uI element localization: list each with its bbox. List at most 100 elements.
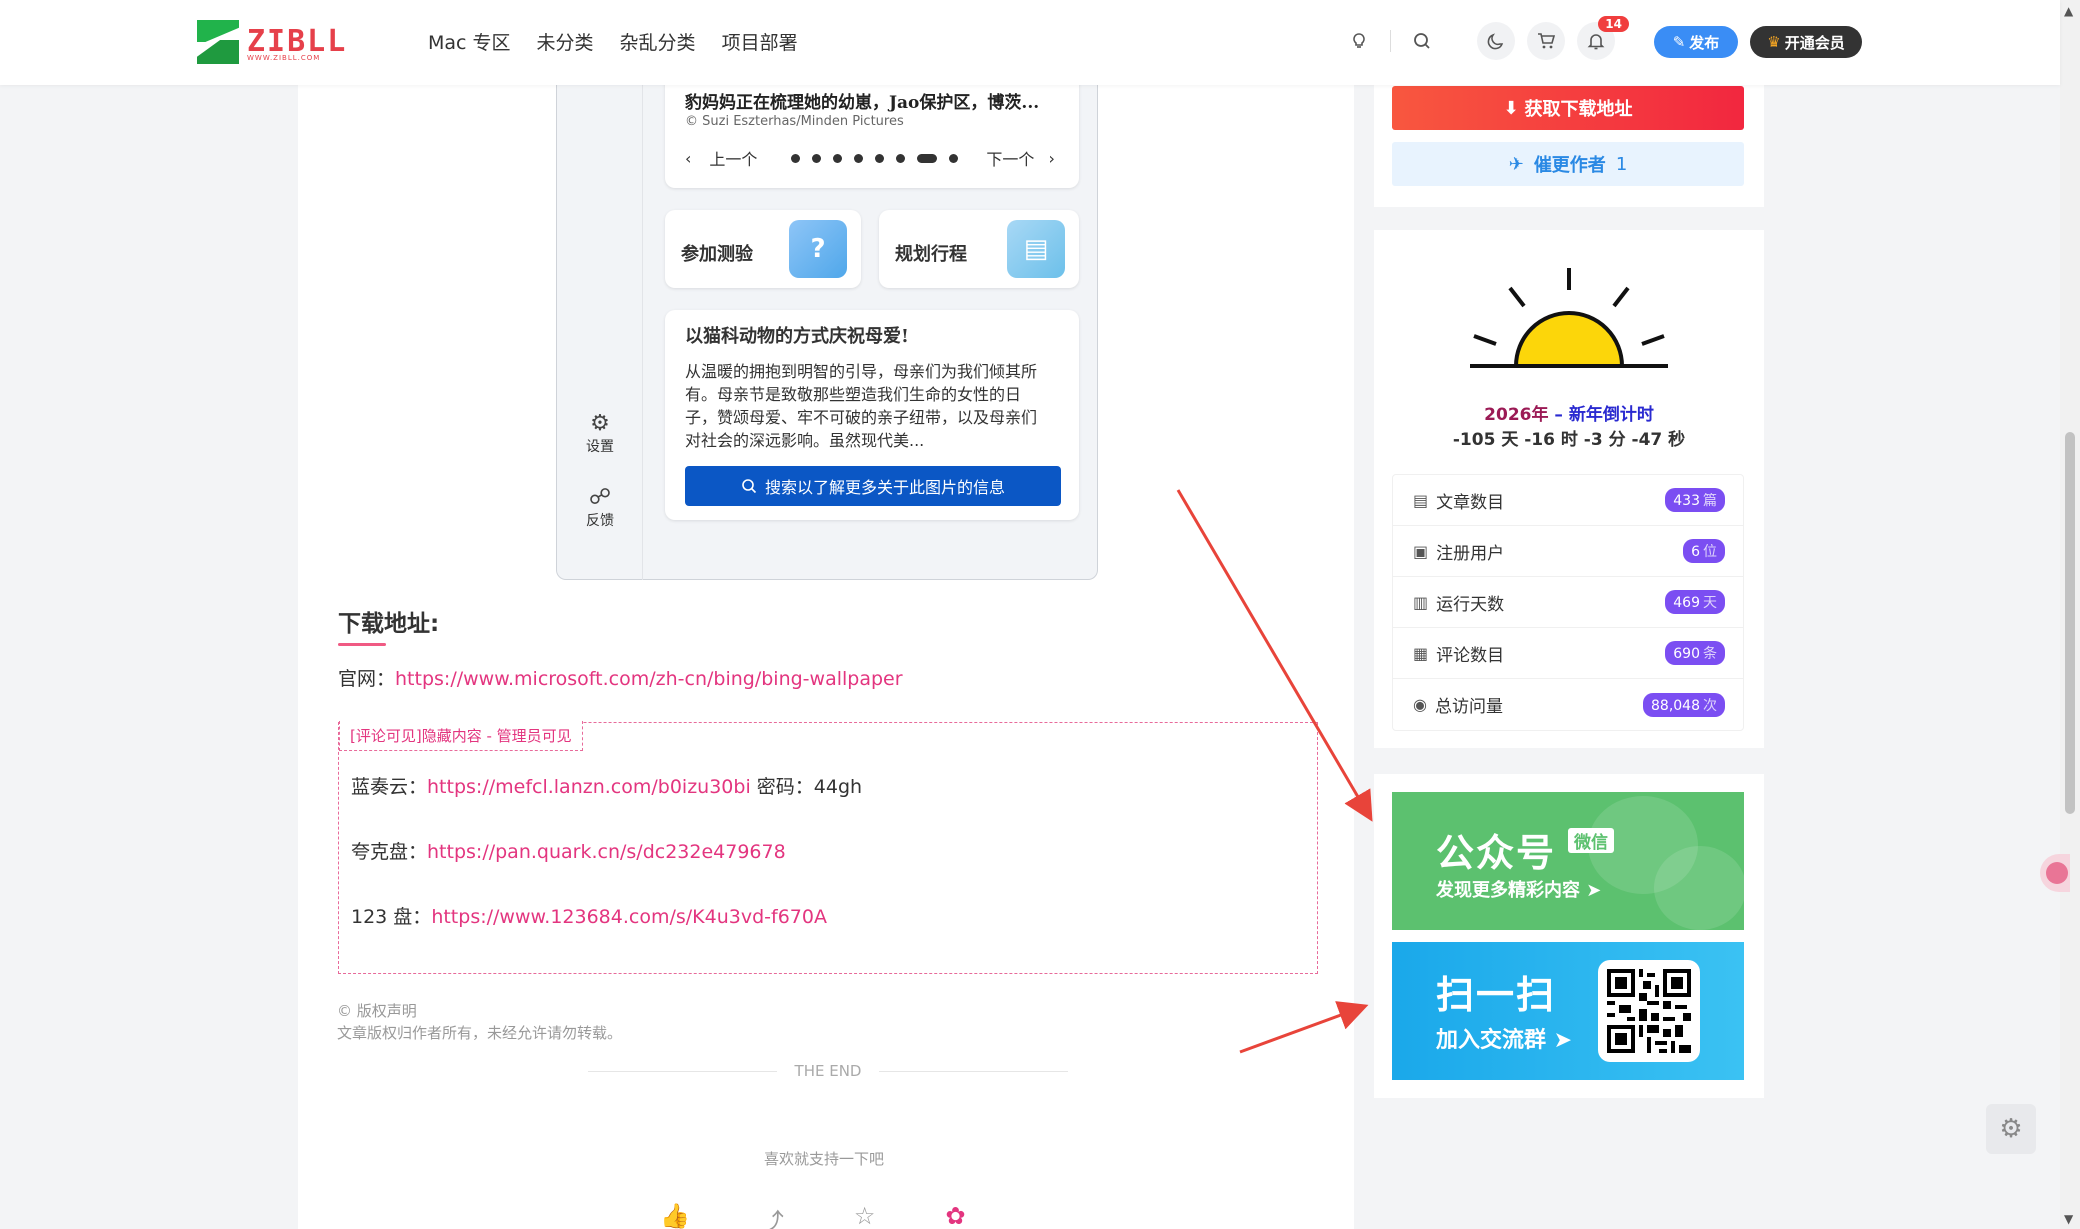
pager-dot-active <box>917 153 938 163</box>
image-pager: ‹ 上一个 下一个 › <box>685 146 1075 170</box>
reward-icon[interactable]: ✿ <box>945 1202 965 1229</box>
countdown-time: -105 天 -16 时 -3 分 -47 秒 <box>1452 430 1686 450</box>
floating-settings-button[interactable]: ⚙ <box>1986 1104 2036 1154</box>
pencil-icon: ✎ <box>1672 33 1686 51</box>
support-text: 喜欢就支持一下吧 <box>764 1150 885 1168</box>
app-article-title: 以猫科动物的方式庆祝母爱! <box>685 326 909 347</box>
urge-author-label: 催更作者 <box>1533 155 1606 176</box>
stat-articles: ▤ 文章数目 433 篇 <box>1393 475 1743 526</box>
stat-value-badge: 469 天 <box>1665 590 1725 614</box>
crown-icon: ♛ <box>1767 33 1781 51</box>
lanzou-password: 密码：44gh <box>750 776 863 798</box>
quiz-tile: 参加测验 ? <box>665 210 861 288</box>
official-site-line: 官网：https://www.microsoft.com/zh-cn/bing/… <box>338 664 903 691</box>
stat-days: ▥ 运行天数 469 天 <box>1393 577 1743 628</box>
prev-image-label: 上一个 <box>709 150 758 169</box>
wechat-official-banner[interactable]: 公众号 微信 发现更多精彩内容 ➤ <box>1392 792 1744 930</box>
join-group-banner[interactable]: 扫一扫 加入交流群 ➤ <box>1392 942 1744 1080</box>
visits-icon: ◉ <box>1413 695 1427 714</box>
notification-badge: 14 <box>1598 16 1629 32</box>
site-logo[interactable]: ZIBLL WWW.ZIBLL.COM <box>197 20 347 64</box>
cart-icon[interactable] <box>1527 22 1565 60</box>
share-icon[interactable]: ⤴ <box>760 1202 784 1229</box>
stat-value-badge: 6位 <box>1683 539 1725 563</box>
bell-icon[interactable]: 14 <box>1577 16 1629 60</box>
user-count-icon: ▣ <box>1413 541 1429 561</box>
chevron-right-icon: › <box>1048 148 1055 168</box>
stat-comments: ▦ 评论数目 690 条 <box>1393 628 1743 679</box>
pager-dot <box>854 153 864 163</box>
chevron-left-icon: ‹ <box>685 148 692 168</box>
pager-dot <box>791 153 801 163</box>
download-heading: 下载地址: <box>338 604 439 646</box>
quark-label: 夸克盘： <box>351 841 428 863</box>
caption-credit: © Suzi Eszterhas/Minden Pictures <box>685 114 904 129</box>
floating-side-button[interactable] <box>2040 854 2070 892</box>
nav-item-deploy[interactable]: 项目部署 <box>722 28 798 55</box>
lanzou-line: 蓝奏云：https://mefcl.lanzn.com/b0izu30bi 密码… <box>351 772 862 799</box>
copyright-title: © 版权声明 <box>337 1002 417 1020</box>
lanzou-link[interactable]: https://mefcl.lanzn.com/b0izu30bi <box>427 776 751 798</box>
caption-title: 豹妈妈正在梳理她的幼崽，Jao保护区，博茨... <box>685 93 1040 113</box>
app-settings-item: ⚙ 设置 <box>557 412 643 456</box>
countdown-title: 2026年 – 新年倒计时 <box>1374 400 1764 425</box>
urge-author-button[interactable]: ✈ 催更作者 1 <box>1392 142 1744 186</box>
dark-mode-icon[interactable] <box>1477 22 1515 60</box>
hidden-content-tag: [评论可见]隐藏内容 - 管理员可见 <box>339 721 583 751</box>
qr-code <box>1598 960 1700 1062</box>
stat-label: 总访问量 <box>1434 697 1503 717</box>
countdown-label: 新年倒计时 <box>1568 405 1654 425</box>
quark-line: 夸克盘：https://pan.quark.cn/s/dc232e479678 <box>351 837 786 864</box>
header-icons: 14 <box>1340 16 1629 60</box>
copyright-text: 文章版权归作者所有，未经允许请勿转载。 <box>337 1024 623 1042</box>
trip-tile-label: 规划行程 <box>895 244 967 265</box>
pan123-line: 123 盘：https://www.123684.com/s/K4u3vd-f6… <box>351 902 827 929</box>
nav-item-misc[interactable]: 杂乱分类 <box>620 28 696 55</box>
stat-label: 运行天数 <box>1436 594 1505 615</box>
pan123-link[interactable]: https://www.123684.com/s/K4u3vd-f670A <box>431 906 827 928</box>
stat-label: 文章数目 <box>1436 492 1505 513</box>
pager-dot <box>875 153 885 163</box>
urge-count: 1 <box>1615 153 1628 175</box>
publish-button[interactable]: ✎ 发布 <box>1654 26 1738 58</box>
app-feedback-label: 反馈 <box>586 513 614 529</box>
header-divider <box>1390 30 1391 52</box>
lightbulb-icon[interactable] <box>1340 22 1378 60</box>
pan123-label: 123 盘： <box>351 906 432 928</box>
site-stats-list: ▤ 文章数目 433 篇 ▣ 注册用户 6位 ▥ 运行天数 469 天 ▦ 评论数目 690… <box>1392 474 1744 731</box>
scroll-up-icon[interactable]: ▲ <box>2064 4 2073 18</box>
scrollbar-thumb[interactable] <box>2065 432 2075 814</box>
vip-button[interactable]: ♛ 开通会员 <box>1750 26 1862 58</box>
quark-link[interactable]: https://pan.quark.cn/s/dc232e479678 <box>427 841 786 863</box>
float-avatar-icon <box>2046 862 2068 884</box>
get-download-button[interactable]: ⬇ 获取下载地址 <box>1392 86 1744 130</box>
suitcase-icon: ▤ <box>1007 220 1065 278</box>
stat-value-badge: 433 篇 <box>1665 488 1725 512</box>
nav-item-uncategorized[interactable]: 未分类 <box>537 28 594 55</box>
countdown-dash: – <box>1548 405 1569 425</box>
app-sidebar: ⚙ 设置 ☍ 反馈 <box>557 60 643 580</box>
scan-banner-title: 扫一扫 <box>1436 973 1557 1017</box>
logo-subtitle: WWW.ZIBLL.COM <box>247 54 321 62</box>
copyright-notice: © 版权声明 文章版权归作者所有，未经允许请勿转载。 <box>337 1000 622 1044</box>
gear-icon: ⚙ <box>590 411 610 436</box>
embedded-screenshot: ⚙ 设置 ☍ 反馈 豹妈妈正在梳理她的幼崽，Jao保护区，博茨... © Suz… <box>556 60 1098 580</box>
scroll-down-icon[interactable]: ▼ <box>2064 1212 2073 1226</box>
publish-label: 发布 <box>1689 33 1720 52</box>
official-link[interactable]: https://www.microsoft.com/zh-cn/bing/bin… <box>395 668 903 690</box>
search-icon <box>742 479 757 494</box>
search-icon[interactable] <box>1403 22 1441 60</box>
like-icon[interactable]: 👍 <box>660 1202 690 1229</box>
nav-item-mac[interactable]: Mac 专区 <box>428 28 511 55</box>
main-nav: Mac 专区 未分类 杂乱分类 项目部署 <box>428 28 798 55</box>
stat-label: 注册用户 <box>1436 543 1505 564</box>
stat-visits: ◉ 总访问量 88,048 次 <box>1393 679 1743 730</box>
vip-label: 开通会员 <box>1784 33 1845 52</box>
scan-banner-subtitle: 加入交流群 ➤ <box>1436 1028 1573 1053</box>
get-download-label: 获取下载地址 <box>1524 99 1633 120</box>
app-feedback-item: ☍ 反馈 <box>557 486 643 530</box>
star-icon[interactable]: ☆ <box>854 1202 876 1229</box>
image-search-button: 搜索以了解更多关于此图片的信息 <box>685 466 1061 506</box>
next-image-label: 下一个 <box>986 150 1035 169</box>
logo-text: ZIBLL <box>247 24 348 59</box>
